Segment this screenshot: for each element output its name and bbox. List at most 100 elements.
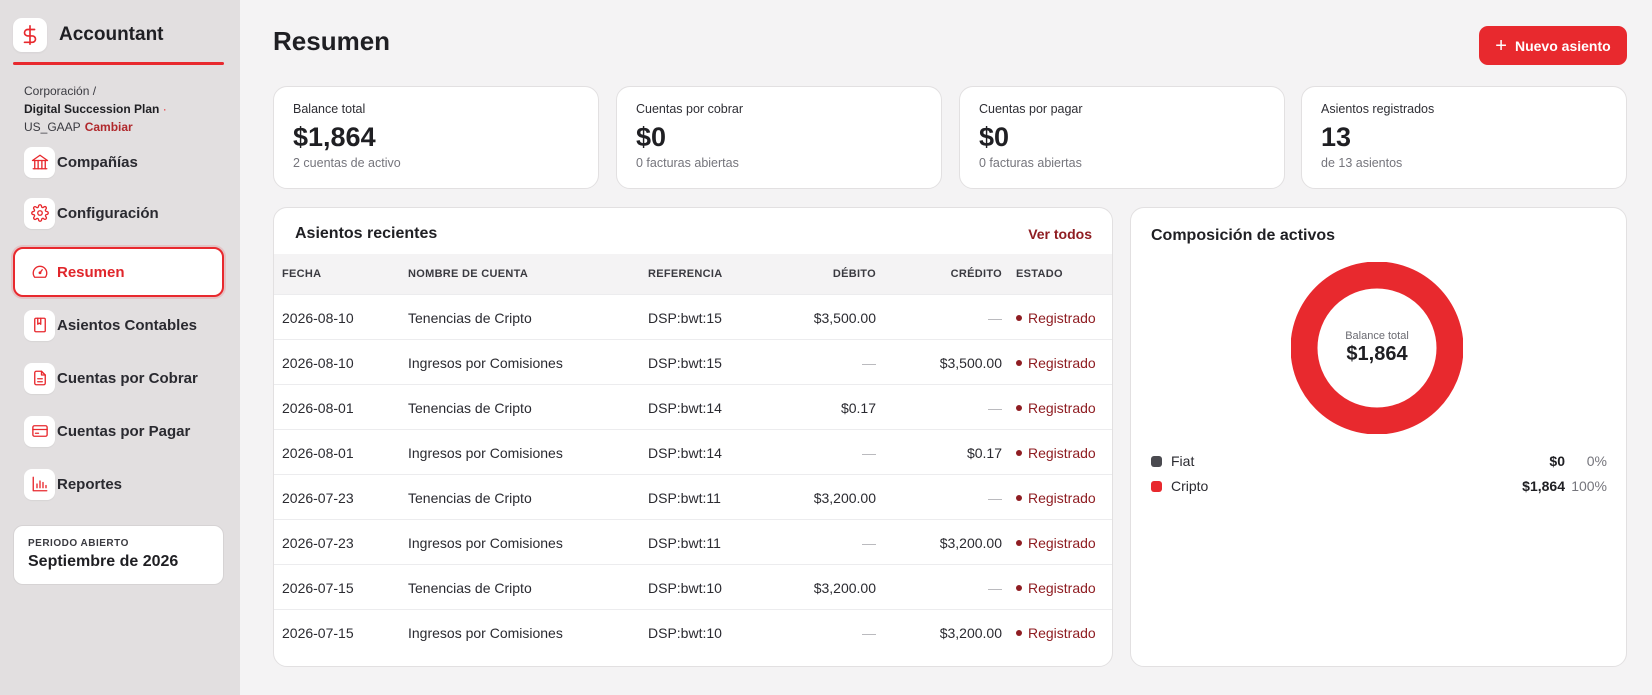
cell-debit: $3,200.00 [813, 579, 876, 596]
asset-composition-card: Composición de activos Balance total $1,… [1130, 207, 1627, 667]
table-row[interactable]: 2026-08-01 Ingresos por Comisiones DSP:b… [274, 429, 1112, 475]
cell-debit: — [862, 534, 876, 551]
column-header-fecha[interactable]: FECHA [282, 268, 321, 280]
status-dot-icon [1016, 404, 1022, 411]
status-label: Registrado [1028, 579, 1096, 596]
status-label: Registrado [1028, 309, 1096, 326]
legend-item-cripto: Cripto $1,864 100% [1151, 476, 1607, 496]
brand-divider [13, 62, 224, 65]
cell-date: 2026-07-23 [282, 489, 354, 506]
table-row[interactable]: 2026-08-10 Ingresos por Comisiones DSP:b… [274, 339, 1112, 385]
sidebar-item-companias[interactable]: Compañías [13, 137, 224, 187]
cell-credit: $3,200.00 [939, 534, 1002, 551]
stat-card-balance-total: Balance total $1,864 2 cuentas de activo [273, 86, 599, 189]
cell-reference: DSP:bwt:11 [648, 489, 721, 506]
cell-date: 2026-07-15 [282, 624, 354, 641]
legend-percent: 0% [1586, 453, 1607, 469]
plus-icon: + [1495, 34, 1507, 57]
status-label: Registrado [1028, 354, 1096, 371]
cell-account: Ingresos por Comisiones [408, 444, 563, 461]
table-row[interactable]: 2026-07-15 Ingresos por Comisiones DSP:b… [274, 609, 1112, 655]
status-label: Registrado [1028, 624, 1096, 641]
status-badge: Registrado [1016, 355, 1096, 371]
open-period-card: PERIODO ABIERTO Septiembre de 2026 [13, 525, 224, 585]
new-entry-button[interactable]: + Nuevo asiento [1479, 26, 1627, 65]
legend-swatch [1151, 455, 1162, 467]
column-header-referencia[interactable]: REFERENCIA [648, 268, 723, 280]
recent-entries-card: Asientos recientes Ver todos FECHA NOMBR… [273, 207, 1113, 667]
donut-center-label: Balance total [1345, 330, 1409, 342]
cell-debit: $3,200.00 [813, 489, 876, 506]
status-dot-icon [1016, 494, 1022, 501]
cell-debit: $3,500.00 [813, 309, 876, 326]
legend-amount: $1,864 [1522, 478, 1565, 494]
status-label: Registrado [1028, 489, 1096, 506]
bar-chart-icon [24, 468, 55, 500]
column-header-estado[interactable]: ESTADO [1016, 268, 1063, 280]
cell-debit: $0.17 [840, 399, 876, 416]
table-row[interactable]: 2026-07-23 Tenencias de Cripto DSP:bwt:1… [274, 474, 1112, 520]
stat-label: Balance total [293, 102, 366, 116]
bank-icon [24, 146, 55, 178]
status-badge: Registrado [1016, 310, 1096, 326]
legend-name: Cripto [1171, 478, 1209, 494]
status-badge: Registrado [1016, 445, 1096, 461]
status-dot-icon [1016, 449, 1022, 456]
document-icon [24, 362, 55, 394]
cell-credit: — [988, 579, 1002, 596]
status-dot-icon [1016, 314, 1022, 321]
composition-title: Composición de activos [1151, 227, 1336, 244]
sidebar-item-configuracion[interactable]: Configuración [13, 188, 224, 238]
status-dot-icon [1016, 539, 1022, 546]
stat-card-asientos-registrados: Asientos registrados 13 de 13 asientos [1301, 86, 1627, 189]
cell-credit: — [988, 309, 1002, 326]
cell-date: 2026-08-01 [282, 399, 354, 416]
cell-credit: $0.17 [966, 444, 1002, 461]
legend-percent: 100% [1571, 478, 1607, 494]
stat-card-cuentas-por-cobrar: Cuentas por cobrar $0 0 facturas abierta… [616, 86, 942, 189]
sidebar-item-cuentas-por-pagar[interactable]: Cuentas por Pagar [13, 406, 224, 456]
company-context: Corporación / Digital Succession Plan · … [24, 82, 167, 136]
donut-center-value: $1,864 [1346, 343, 1408, 365]
sidebar-item-resumen[interactable]: Resumen [13, 247, 224, 297]
table-row[interactable]: 2026-07-23 Ingresos por Comisiones DSP:b… [274, 519, 1112, 565]
stat-value: 13 [1321, 122, 1352, 152]
stat-sub: 0 facturas abiertas [979, 156, 1082, 170]
cell-date: 2026-08-01 [282, 444, 354, 461]
sidebar-item-asientos-contables[interactable]: Asientos Contables [13, 300, 224, 350]
sidebar-item-reportes[interactable]: Reportes [13, 459, 224, 509]
cell-account: Tenencias de Cripto [408, 309, 532, 326]
legend-item-fiat: Fiat $0 0% [1151, 451, 1607, 471]
status-badge: Registrado [1016, 400, 1096, 416]
change-link[interactable]: Cambiar [85, 120, 133, 134]
sidebar-item-cuentas-por-cobrar[interactable]: Cuentas por Cobrar [13, 353, 224, 403]
cell-credit: $3,500.00 [939, 354, 1002, 371]
cell-credit: — [988, 399, 1002, 416]
sidebar-item-label: Asientos Contables [57, 316, 198, 334]
status-badge: Registrado [1016, 490, 1096, 506]
cell-reference: DSP:bwt:10 [648, 624, 722, 641]
brand[interactable]: Accountant [13, 18, 164, 52]
table-row[interactable]: 2026-07-15 Tenencias de Cripto DSP:bwt:1… [274, 564, 1112, 610]
book-icon [24, 309, 55, 341]
status-badge: Registrado [1016, 625, 1096, 641]
view-all-link[interactable]: Ver todos [1028, 226, 1092, 242]
cell-debit: — [862, 444, 876, 461]
table-row[interactable]: 2026-08-10 Tenencias de Cripto DSP:bwt:1… [274, 294, 1112, 340]
cell-account: Ingresos por Comisiones [408, 534, 563, 551]
cell-date: 2026-07-15 [282, 579, 354, 596]
stat-sub: de 13 asientos [1321, 156, 1403, 170]
cell-account: Tenencias de Cripto [408, 399, 532, 416]
column-header-credito[interactable]: CRÉDITO [951, 268, 1002, 280]
table-row[interactable]: 2026-08-01 Tenencias de Cripto DSP:bwt:1… [274, 384, 1112, 430]
page-title: Resumen [273, 26, 391, 56]
sidebar-item-label: Cuentas por Cobrar [57, 369, 198, 387]
sidebar-item-label: Configuración [57, 204, 159, 222]
cell-debit: — [862, 354, 876, 371]
cell-debit: — [862, 624, 876, 641]
column-header-debito[interactable]: DÉBITO [833, 268, 876, 280]
stat-label: Cuentas por pagar [979, 102, 1083, 116]
column-header-nombre-de-cuenta[interactable]: NOMBRE DE CUENTA [408, 268, 528, 280]
table-header: FECHA NOMBRE DE CUENTA REFERENCIA DÉBITO… [274, 254, 1112, 294]
app-name: Accountant [59, 24, 164, 45]
